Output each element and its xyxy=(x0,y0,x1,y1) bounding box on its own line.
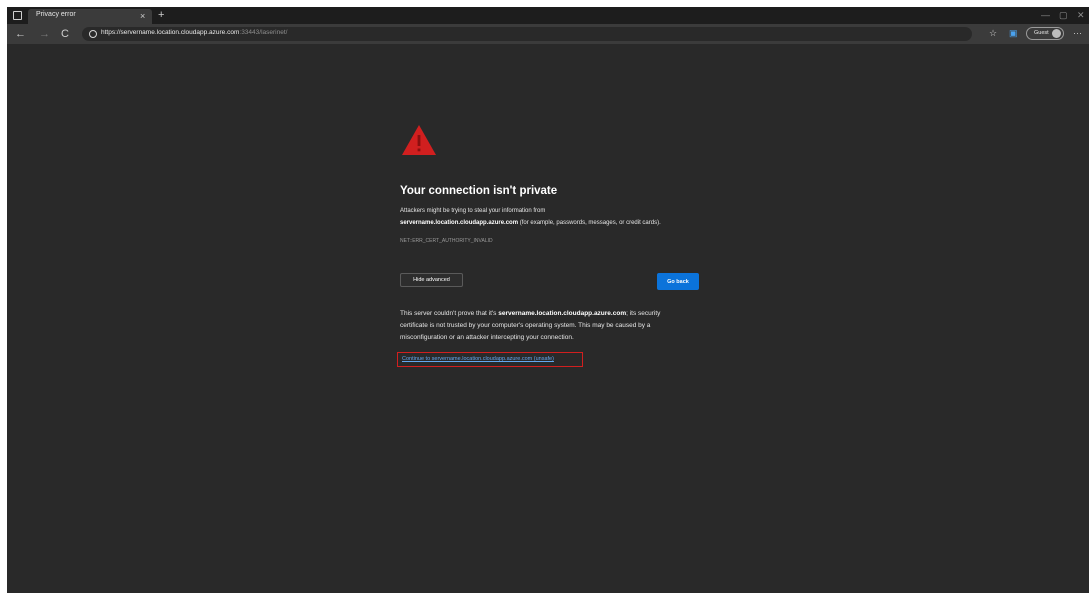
tab-title: Privacy error xyxy=(36,11,76,18)
address-url: https://servername.location.cloudapp.azu… xyxy=(101,29,287,36)
advanced-line-2: certificate is not trusted by your compu… xyxy=(400,322,651,329)
more-icon[interactable]: ··· xyxy=(1073,27,1082,40)
guest-avatar-icon xyxy=(1052,29,1061,38)
collections-icon[interactable]: ▣ xyxy=(1009,27,1018,40)
error-page: Your connection isn't private Attackers … xyxy=(7,44,1089,593)
back-icon[interactable]: ← xyxy=(15,26,26,42)
forward-icon[interactable]: → xyxy=(39,26,50,42)
toolbar: ← → C https://servername.location.clouda… xyxy=(7,24,1089,44)
tab-privacy-error[interactable]: Privacy error × xyxy=(28,9,152,24)
url-path: :33443/laserinet/ xyxy=(239,29,288,36)
warning-triangle-icon xyxy=(402,125,436,155)
close-icon[interactable]: ✕ xyxy=(1077,9,1085,21)
advanced-line-3: misconfiguration or an attacker intercep… xyxy=(400,334,574,341)
address-bar[interactable]: https://servername.location.cloudapp.azu… xyxy=(82,27,972,41)
hide-advanced-button[interactable]: Hide advanced xyxy=(400,273,463,287)
globe-icon xyxy=(89,30,97,38)
advanced-line-1: This server couldn't prove that it's ser… xyxy=(400,310,660,317)
favorites-star-icon[interactable]: ☆ xyxy=(989,27,997,40)
host-name: servername.location.cloudapp.azure.com xyxy=(400,220,519,226)
guest-profile-button[interactable]: Guest xyxy=(1026,27,1064,40)
tab-bar: Privacy error × + — ▢ ✕ xyxy=(7,7,1089,24)
continue-highlight-box: Continue to servername.location.cloudapp… xyxy=(397,352,583,367)
advanced-host-name: servername.location.cloudapp.azure.com xyxy=(498,310,627,317)
page-title: Your connection isn't private xyxy=(400,185,558,197)
go-back-button[interactable]: Go back xyxy=(657,273,699,290)
intro-line-1: Attackers might be trying to steal your … xyxy=(400,208,546,214)
refresh-icon[interactable]: C xyxy=(61,26,69,42)
window-menu-icon[interactable] xyxy=(13,11,22,20)
continue-unsafe-link[interactable]: Continue to servername.location.cloudapp… xyxy=(402,356,554,362)
minimize-icon[interactable]: — xyxy=(1041,9,1050,21)
browser-window: Privacy error × + — ▢ ✕ ← → C https://se… xyxy=(7,7,1089,593)
tab-close-icon[interactable]: × xyxy=(140,9,145,23)
advanced-line-1-start: This server couldn't prove that it's xyxy=(400,310,499,317)
intro-line-2: servername.location.cloudapp.azure.com (… xyxy=(400,220,661,226)
new-tab-icon[interactable]: + xyxy=(158,7,164,23)
maximize-icon[interactable]: ▢ xyxy=(1059,9,1068,21)
guest-label: Guest xyxy=(1034,30,1049,36)
url-host: https://servername.location.cloudapp.azu… xyxy=(101,29,240,36)
advanced-line-1-end: ; its security xyxy=(626,310,661,317)
intro-line-2-rest: (for example, passwords, messages, or cr… xyxy=(518,220,661,226)
error-code: NET::ERR_CERT_AUTHORITY_INVALID xyxy=(400,238,493,244)
